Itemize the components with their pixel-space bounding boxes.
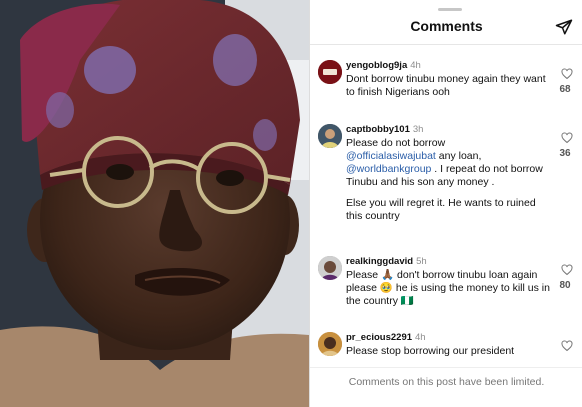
- avatar-photo-icon: [318, 124, 342, 148]
- comment-username[interactable]: realkinggdavid 5h: [346, 256, 427, 267]
- heart-icon[interactable]: [561, 68, 573, 80]
- mention-link[interactable]: @officialasiwajubat: [346, 150, 436, 162]
- comment-username[interactable]: captbobby101 3h: [346, 124, 423, 135]
- heart-icon[interactable]: [561, 132, 573, 144]
- comment-time: 3h: [412, 124, 424, 135]
- comment-text: Please 🙏🏾 don't borrow tinubu loan again…: [346, 269, 550, 307]
- avatar[interactable]: [318, 332, 342, 356]
- mention-link[interactable]: @worldbankgroup: [346, 163, 431, 175]
- avatar[interactable]: [318, 124, 342, 148]
- like-count: 68: [559, 84, 571, 95]
- avatar[interactable]: [318, 256, 342, 280]
- comment-username[interactable]: yengoblog9ja 4h: [346, 60, 421, 71]
- like-count: 36: [559, 148, 571, 159]
- comment-text: Please stop borrowing our president: [346, 345, 515, 357]
- comments-panel: Comments yengoblog9ja 4h Dont borrow tinu…: [309, 0, 582, 407]
- comment-username[interactable]: pr_ecious2291 4h: [346, 332, 426, 343]
- avatar[interactable]: [318, 60, 342, 84]
- heart-icon[interactable]: [561, 264, 573, 276]
- avatar-photo-icon: [318, 256, 342, 280]
- post-photo: [0, 0, 309, 407]
- footer-divider: [310, 367, 582, 368]
- portrait-image: [0, 0, 309, 407]
- comment-time: 4h: [415, 332, 426, 343]
- comments-limited-notice: Comments on this post have been limited.: [310, 376, 582, 407]
- comment-time: 4h: [410, 60, 421, 71]
- drag-handle[interactable]: [438, 8, 462, 11]
- avatar-photo-icon: [318, 332, 342, 356]
- paper-plane-icon[interactable]: [555, 18, 573, 36]
- comment-time: 5h: [416, 256, 427, 267]
- header-divider: [310, 44, 582, 45]
- heart-icon[interactable]: [561, 340, 573, 352]
- comment-text: Dont borrow tinubu money again they want…: [346, 73, 546, 98]
- comment-text: Please do not borrow @officialasiwajubat…: [346, 137, 543, 222]
- like-count: 80: [559, 280, 571, 291]
- avatar-logo-icon: [318, 60, 342, 84]
- panel-title: Comments: [410, 18, 483, 34]
